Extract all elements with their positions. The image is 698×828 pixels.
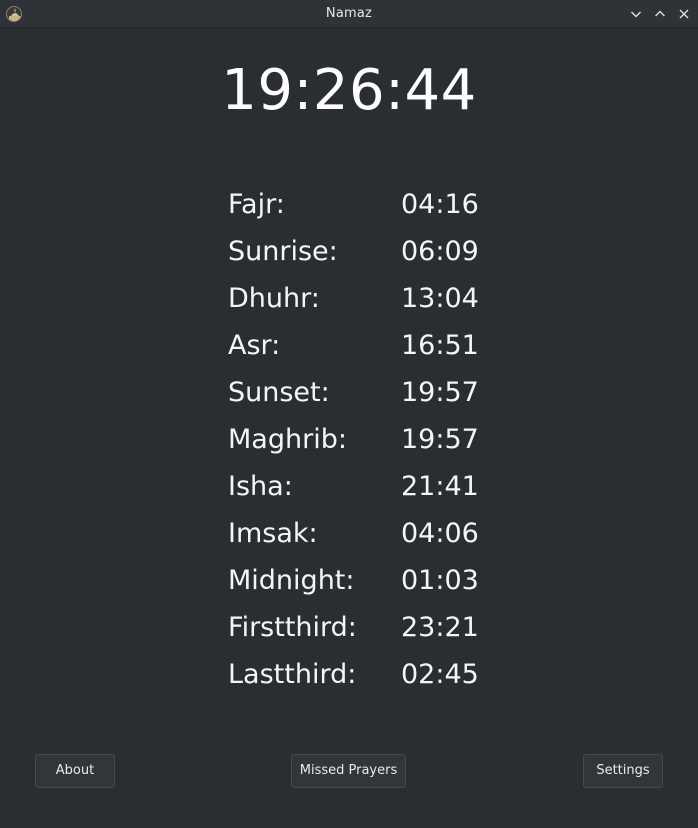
prayer-row-imsak: Imsak: 04:06 — [228, 512, 528, 559]
prayer-name: Imsak: — [228, 518, 318, 549]
prayer-name: Maghrib: — [228, 424, 347, 455]
title-bar[interactable]: Namaz — [0, 0, 698, 28]
prayer-time: 04:16 — [401, 189, 479, 220]
prayer-time: 01:03 — [401, 565, 479, 596]
prayer-name: Sunset: — [228, 377, 330, 408]
prayer-name: Firstthird: — [228, 612, 357, 643]
prayer-name: Sunrise: — [228, 236, 338, 267]
prayer-row-dhuhr: Dhuhr: 13:04 — [228, 277, 528, 324]
prayer-time: 21:41 — [401, 471, 479, 502]
prayer-row-lastthird: Lastthird: 02:45 — [228, 653, 528, 700]
maximize-button[interactable] — [652, 6, 668, 22]
current-time-clock: 19:26:44 — [221, 58, 477, 123]
prayer-time: 19:57 — [401, 424, 479, 455]
prayer-name: Midnight: — [228, 565, 355, 596]
prayer-row-sunset: Sunset: 19:57 — [228, 371, 528, 418]
window-title: Namaz — [325, 6, 373, 21]
prayer-name: Dhuhr: — [228, 283, 320, 314]
app-window: Namaz 19:26:44 Fajr: 04:16 Sunrise: 06:0… — [0, 0, 698, 828]
minimize-button[interactable] — [628, 6, 644, 22]
chevron-down-icon — [631, 11, 641, 18]
prayer-time: 16:51 — [401, 330, 479, 361]
missed-prayers-button[interactable]: Missed Prayers — [291, 754, 406, 788]
prayer-row-maghrib: Maghrib: 19:57 — [228, 418, 528, 465]
prayer-time: 06:09 — [401, 236, 479, 267]
prayer-times-list: Fajr: 04:16 Sunrise: 06:09 Dhuhr: 13:04 … — [228, 183, 528, 700]
prayer-time: 02:45 — [401, 659, 479, 690]
close-button[interactable] — [676, 6, 692, 22]
prayer-row-asr: Asr: 16:51 — [228, 324, 528, 371]
prayer-name: Fajr: — [228, 189, 285, 220]
prayer-time: 04:06 — [401, 518, 479, 549]
prayer-time: 23:21 — [401, 612, 479, 643]
prayer-row-sunrise: Sunrise: 06:09 — [228, 230, 528, 277]
chevron-up-icon — [655, 10, 665, 17]
prayer-name: Lastthird: — [228, 659, 357, 690]
prayer-row-isha: Isha: 21:41 — [228, 465, 528, 512]
about-button[interactable]: About — [35, 754, 115, 788]
prayer-name: Isha: — [228, 471, 293, 502]
prayer-row-midnight: Midnight: 01:03 — [228, 559, 528, 606]
prayer-row-firstthird: Firstthird: 23:21 — [228, 606, 528, 653]
prayer-name: Asr: — [228, 330, 281, 361]
prayer-time: 13:04 — [401, 283, 479, 314]
close-icon — [679, 9, 689, 19]
prayer-row-fajr: Fajr: 04:16 — [228, 183, 528, 230]
prayer-time: 19:57 — [401, 377, 479, 408]
settings-button[interactable]: Settings — [583, 754, 663, 788]
